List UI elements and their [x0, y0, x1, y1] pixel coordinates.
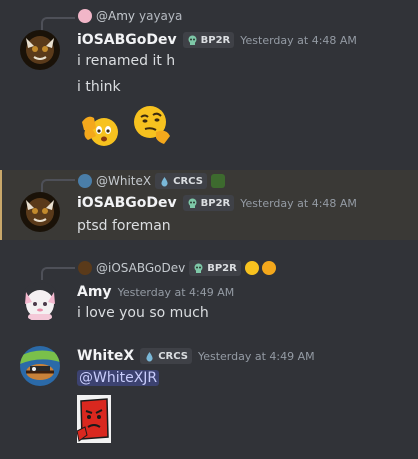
clapping-hands-emoji-icon — [244, 261, 259, 275]
message-text: i renamed it h — [77, 53, 176, 69]
message-header: WhiteX CRCS Yesterday at 4:49 AM — [77, 348, 315, 364]
thinking-face-emoji-icon — [261, 261, 276, 275]
message-1[interactable]: @Amy yayaya iOSABGoDev BP2R Yesterday at… — [0, 0, 418, 168]
thinking-face-emoji[interactable] — [130, 102, 174, 146]
reply-author[interactable]: @iOSABGoDev — [96, 261, 185, 275]
skull-icon — [193, 263, 204, 274]
user-mention[interactable]: @WhiteXJR — [77, 370, 160, 386]
username[interactable]: iOSABGoDev — [77, 195, 177, 211]
clan-tag-label: BP2R — [200, 34, 231, 46]
avatar[interactable] — [20, 192, 60, 232]
red-block-character-image[interactable] — [76, 395, 111, 443]
reply-preview[interactable]: @iOSABGoDev BP2R — [78, 260, 276, 276]
message-4[interactable]: WhiteX CRCS Yesterday at 4:49 AM @WhiteX… — [0, 340, 418, 459]
iosabgodev-mini-avatar — [78, 261, 92, 275]
username[interactable]: WhiteX — [77, 348, 134, 364]
reply-preview[interactable]: @WhiteX CRCS — [78, 173, 229, 189]
message-header: iOSABGoDev BP2R Yesterday at 4:48 AM — [77, 32, 357, 48]
reply-author[interactable]: @Amy — [96, 9, 135, 23]
clan-tag-label: CRCS — [173, 175, 203, 187]
message-text: i love you so much — [77, 305, 209, 321]
clan-tag[interactable]: BP2R — [189, 260, 241, 276]
timestamp[interactable]: Yesterday at 4:48 AM — [240, 197, 357, 210]
clan-tag[interactable]: CRCS — [140, 348, 192, 364]
avatar[interactable] — [20, 30, 60, 70]
timestamp[interactable]: Yesterday at 4:48 AM — [240, 34, 357, 47]
reply-connector — [41, 17, 75, 30]
message-header: Amy Yesterday at 4:49 AM — [77, 284, 234, 300]
clan-tag[interactable]: CRCS — [155, 173, 207, 189]
message-3[interactable]: @iOSABGoDev BP2R Amy Yesterday at 4:49 A… — [0, 254, 418, 334]
reply-connector — [41, 267, 75, 280]
water-drop-icon — [159, 176, 170, 187]
clan-tag-label: BP2R — [200, 197, 231, 209]
avatar[interactable] — [20, 282, 60, 322]
reply-author[interactable]: @WhiteX — [96, 174, 151, 188]
message-text: i think — [77, 79, 121, 95]
message-text: ptsd foreman — [77, 218, 171, 234]
skull-icon — [187, 198, 198, 209]
avatar[interactable] — [20, 346, 60, 386]
clan-tag-label: BP2R — [207, 262, 237, 274]
sticker-face-icon — [210, 174, 225, 188]
message-text: @WhiteXJR — [77, 370, 160, 386]
reply-preview[interactable]: @Amy yayaya — [78, 8, 182, 24]
timestamp[interactable]: Yesterday at 4:49 AM — [118, 286, 235, 299]
water-drop-icon — [144, 351, 155, 362]
clan-tag[interactable]: BP2R — [182, 195, 235, 211]
message-header: iOSABGoDev BP2R Yesterday at 4:48 AM — [77, 195, 357, 211]
whitex-mini-avatar — [78, 174, 92, 188]
username[interactable]: Amy — [77, 284, 112, 300]
username[interactable]: iOSABGoDev — [77, 32, 177, 48]
clan-tag-label: CRCS — [158, 350, 188, 362]
amy-mini-avatar — [78, 9, 92, 23]
reply-text: yayaya — [139, 9, 183, 23]
reply-connector — [41, 179, 75, 192]
timestamp[interactable]: Yesterday at 4:49 AM — [198, 350, 315, 363]
clan-tag[interactable]: BP2R — [182, 32, 235, 48]
clapping-hands-emoji[interactable] — [78, 108, 122, 152]
skull-icon — [187, 35, 198, 46]
message-2-highlighted[interactable]: @WhiteX CRCS iOSABGoDev BP2R Yesterday a… — [0, 170, 418, 240]
